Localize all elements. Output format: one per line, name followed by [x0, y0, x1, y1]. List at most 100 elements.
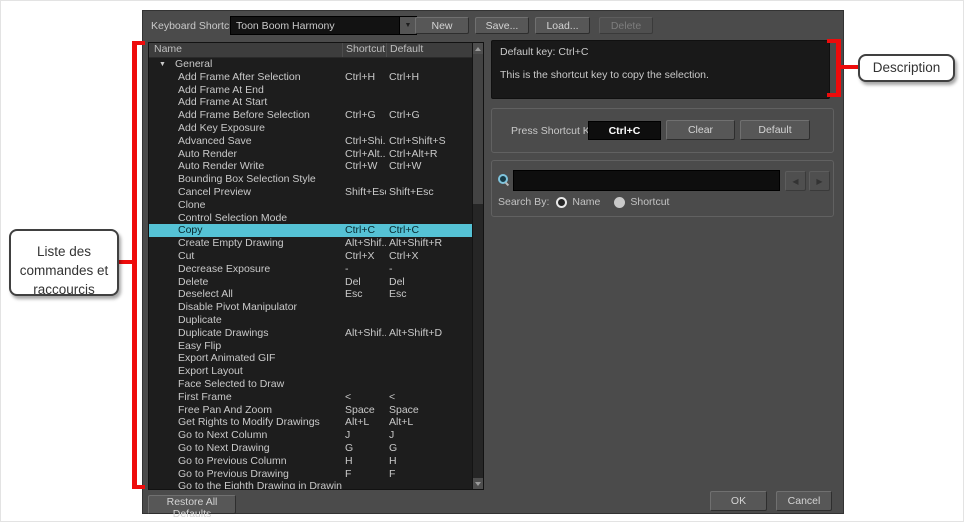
shortcut-row[interactable]: Delete Del Del: [149, 276, 472, 289]
command-name: Free Pan And Zoom: [178, 403, 272, 416]
list-header: Name Shortcut Default: [149, 43, 472, 58]
shortcut-row[interactable]: Go to Next Drawing G G: [149, 442, 472, 455]
shortcut-row[interactable]: Deselect All Esc Esc: [149, 288, 472, 301]
shortcut-row[interactable]: Duplicate: [149, 314, 472, 327]
search-by-option[interactable]: Name: [556, 196, 600, 208]
shortcut-row[interactable]: Auto Render Write Ctrl+W Ctrl+W: [149, 160, 472, 173]
command-shortcut: J: [345, 429, 351, 442]
shortcut-row[interactable]: Export Layout: [149, 365, 472, 378]
shortcut-row[interactable]: Decrease Exposure - -: [149, 263, 472, 276]
shortcut-row[interactable]: Cut Ctrl+X Ctrl+X: [149, 250, 472, 263]
command-shortcut: Ctrl+W: [345, 160, 378, 173]
column-header-default[interactable]: Default: [386, 43, 472, 57]
shortcut-row[interactable]: Copy Ctrl+C Ctrl+C: [149, 224, 472, 238]
command-shortcut: [342, 173, 386, 186]
shortcut-row[interactable]: Go to Previous Drawing F F: [149, 468, 472, 481]
command-shortcut: [342, 365, 386, 378]
command-name: Copy: [178, 224, 203, 237]
scroll-down-button[interactable]: [473, 478, 483, 489]
magnifier-handle: [504, 181, 510, 187]
command-default: [386, 96, 472, 109]
new-button[interactable]: New: [415, 17, 469, 34]
command-name: Auto Render: [178, 147, 237, 160]
command-default: [386, 480, 472, 489]
shortcut-row[interactable]: Clone: [149, 199, 472, 212]
shortcut-row[interactable]: Easy Flip: [149, 340, 472, 353]
save-button[interactable]: Save...: [475, 17, 529, 34]
command-default: [386, 173, 472, 186]
preset-dropdown[interactable]: Toon Boom Harmony ▼: [230, 16, 417, 35]
keyboard-shortcuts-dialog: Keyboard Shortcuts: Toon Boom Harmony ▼ …: [142, 10, 844, 520]
command-shortcut: Ctrl+Shi...: [345, 134, 386, 147]
callout-line: commandes et: [19, 263, 109, 278]
command-name: Decrease Exposure: [178, 262, 271, 275]
command-default: H: [389, 454, 397, 467]
category-row-general[interactable]: ▼ General: [149, 58, 472, 71]
command-default: Ctrl+X: [389, 249, 419, 262]
shortcut-row[interactable]: Free Pan And Zoom Space Space: [149, 404, 472, 417]
shortcut-row[interactable]: Control Selection Mode: [149, 212, 472, 225]
command-name: First Frame: [178, 390, 232, 403]
shortcut-list-panel: Name Shortcut Default ▼ General Add Fram…: [148, 42, 484, 490]
chevron-down-icon[interactable]: ▼: [399, 17, 416, 34]
search-input[interactable]: [513, 170, 780, 191]
command-name: Cut: [178, 249, 195, 262]
command-name: Duplicate Drawings: [178, 326, 269, 339]
search-by-options: Name Shortcut: [556, 196, 683, 208]
description-callout: Description: [858, 54, 955, 82]
shortcut-row[interactable]: Go to Next Column J J: [149, 429, 472, 442]
command-name: Auto Render Write: [178, 160, 265, 173]
restore-all-defaults-button[interactable]: Restore All Defaults: [148, 495, 236, 520]
command-name: Export Animated GIF: [178, 352, 276, 365]
shortcut-row[interactable]: Add Key Exposure: [149, 122, 472, 135]
shortcut-row[interactable]: Bounding Box Selection Style: [149, 173, 472, 186]
arrow-left-icon: ◀: [792, 176, 799, 186]
command-shortcut: [342, 301, 386, 314]
command-name: Cancel Preview: [178, 185, 251, 198]
command-default: [386, 199, 472, 212]
clear-button[interactable]: Clear: [666, 120, 735, 140]
shortcut-row[interactable]: First Frame < <: [149, 391, 472, 404]
shortcut-row[interactable]: Export Animated GIF: [149, 352, 472, 365]
shortcut-row[interactable]: Add Frame After Selection Ctrl+H Ctrl+H: [149, 71, 472, 84]
shortcut-row[interactable]: Face Selected to Draw: [149, 378, 472, 391]
radio-icon: [556, 196, 568, 208]
load-button[interactable]: Load...: [535, 17, 590, 34]
shortcut-row[interactable]: Create Empty Drawing Alt+Shif... Alt+Shi…: [149, 237, 472, 250]
scrollbar-thumb[interactable]: [473, 54, 483, 204]
command-shortcut: [342, 480, 386, 489]
shortcut-row[interactable]: Disable Pivot Manipulator: [149, 301, 472, 314]
ok-button[interactable]: OK: [710, 491, 767, 511]
shortcut-row[interactable]: Duplicate Drawings Alt+Shif... Alt+Shift…: [149, 327, 472, 340]
list-scrollbar[interactable]: [472, 43, 483, 489]
command-shortcut: Ctrl+Alt...: [345, 147, 386, 160]
shortcut-row[interactable]: Add Frame Before Selection Ctrl+G Ctrl+G: [149, 109, 472, 122]
shortcut-row[interactable]: Auto Render Ctrl+Alt... Ctrl+Alt+R: [149, 148, 472, 161]
collapse-arrow-icon[interactable]: ▼: [159, 58, 168, 71]
default-button[interactable]: Default: [740, 120, 810, 140]
search-by-option[interactable]: Shortcut: [614, 196, 669, 208]
column-header-name[interactable]: Name: [149, 43, 342, 57]
shortcut-row[interactable]: Go to the Eighth Drawing in Drawing: [149, 480, 472, 489]
column-header-shortcut[interactable]: Shortcut: [342, 43, 386, 57]
command-name: Clone: [178, 198, 206, 211]
command-name: Disable Pivot Manipulator: [178, 301, 298, 314]
command-default: Del: [389, 275, 405, 288]
shortcut-row[interactable]: Get Rights to Modify Drawings Alt+L Alt+…: [149, 416, 472, 429]
shortcut-row[interactable]: Add Frame At Start: [149, 96, 472, 109]
scroll-up-button[interactable]: [473, 43, 483, 54]
command-default: Esc: [389, 288, 407, 301]
command-default: Alt+Shift+D: [389, 326, 443, 339]
search-next-button: ▶: [809, 171, 830, 191]
cancel-button[interactable]: Cancel: [776, 491, 832, 511]
shortcut-row[interactable]: Advanced Save Ctrl+Shi... Ctrl+Shift+S: [149, 135, 472, 148]
shortcut-row[interactable]: Add Frame At End: [149, 84, 472, 97]
shortcut-key-field[interactable]: Ctrl+C: [588, 121, 661, 140]
page: Keyboard Shortcuts: Toon Boom Harmony ▼ …: [0, 0, 964, 522]
command-shortcut: [342, 352, 386, 365]
command-shortcut: Del: [345, 275, 361, 288]
press-shortcut-group: Press Shortcut Key: Ctrl+C Clear Default: [491, 108, 834, 153]
shortcut-row[interactable]: Cancel Preview Shift+Esc Shift+Esc: [149, 186, 472, 199]
shortcut-row[interactable]: Go to Previous Column H H: [149, 455, 472, 468]
command-shortcut: Ctrl+H: [345, 70, 376, 83]
